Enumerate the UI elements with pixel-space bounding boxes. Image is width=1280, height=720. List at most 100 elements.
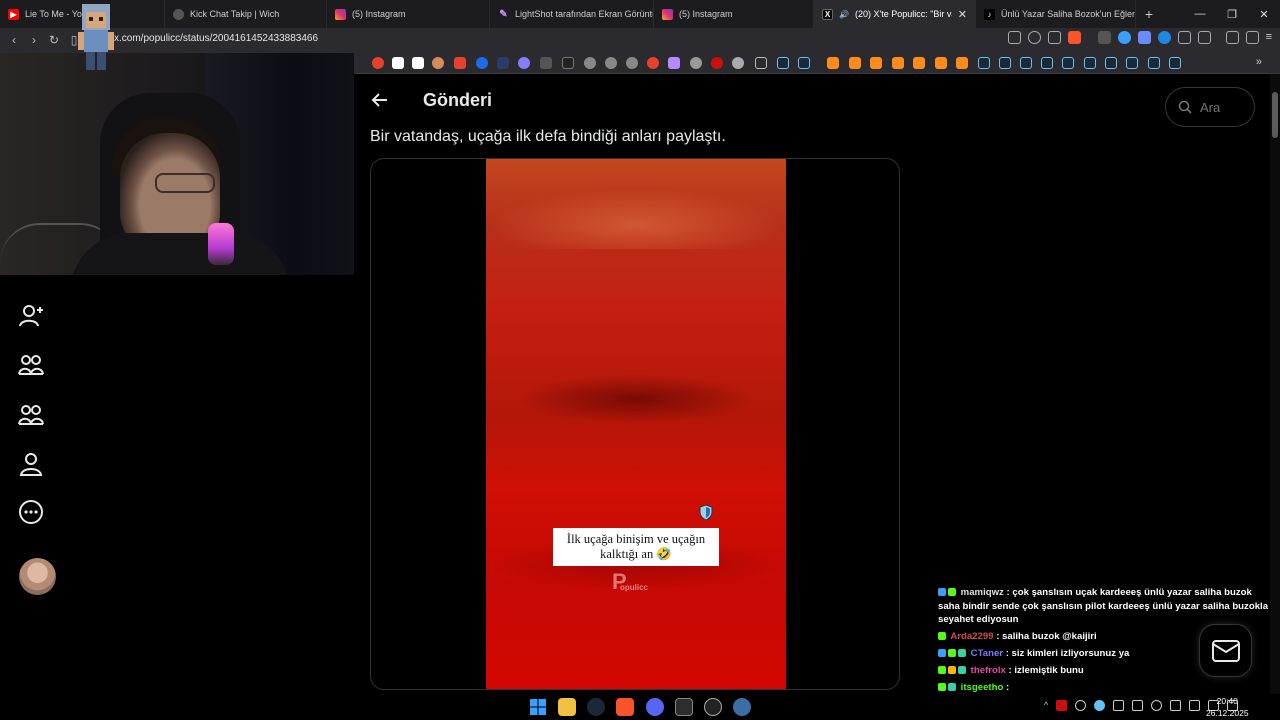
- bookmark-icon[interactable]: [892, 57, 904, 69]
- bookmark-icon[interactable]: [647, 57, 659, 69]
- tab-kick-chat[interactable]: Kick Chat Takip | Wich: [165, 0, 327, 28]
- bookmark-icon[interactable]: [913, 57, 925, 69]
- bookmark-icon[interactable]: [562, 57, 574, 69]
- discord-icon[interactable]: [646, 698, 664, 716]
- brave-browser-icon[interactable]: [616, 698, 634, 716]
- wallet-icon[interactable]: [1245, 31, 1259, 44]
- bookmark-icon[interactable]: [849, 57, 861, 69]
- back-icon[interactable]: ‹: [4, 33, 24, 47]
- messages-button[interactable]: [1199, 624, 1252, 677]
- bookmark-steam-icon[interactable]: [1084, 57, 1096, 69]
- bookmark-icon[interactable]: [711, 57, 723, 69]
- tab-x-populicc[interactable]: X 🔊 (20) X'te Populicc: "Bir vatand ✕: [814, 0, 976, 28]
- new-tab-button[interactable]: +: [1136, 6, 1162, 22]
- obs-icon[interactable]: [704, 698, 722, 716]
- tray-app-icon[interactable]: [1132, 700, 1144, 711]
- follow-add-icon[interactable]: [18, 303, 44, 329]
- steam-icon[interactable]: [587, 698, 605, 716]
- tab-lightshot[interactable]: ✎ LightShot tarafından Ekran Görüntü: [490, 0, 654, 28]
- brave-shield-icon[interactable]: [1067, 31, 1081, 44]
- tray-steam-icon[interactable]: [1094, 700, 1106, 711]
- bookmark-reddit-icon[interactable]: [372, 57, 384, 69]
- reload-icon[interactable]: ↻: [44, 33, 64, 47]
- url-field[interactable]: x.com/populicc/status/200416145243388346…: [114, 33, 318, 44]
- communities-icon[interactable]: [18, 351, 44, 377]
- app-icon[interactable]: [733, 698, 751, 716]
- bookmarks-overflow-icon[interactable]: »: [1256, 56, 1262, 68]
- tray-overflow-icon[interactable]: ^: [1044, 700, 1048, 711]
- file-explorer-icon[interactable]: [558, 698, 576, 716]
- close-window-icon[interactable]: ✕: [1248, 0, 1280, 28]
- bookmark-icon[interactable]: [935, 57, 947, 69]
- bookmark-icon[interactable]: [870, 57, 882, 69]
- microphone-icon[interactable]: [1170, 700, 1182, 711]
- bookmark-steam-icon[interactable]: [1148, 57, 1160, 69]
- bookmark-steam-icon[interactable]: [1020, 57, 1032, 69]
- media-card[interactable]: İlk uçağa binişim ve uçağın kalktığı an …: [370, 158, 900, 690]
- page-scrollbar[interactable]: [1270, 74, 1280, 694]
- communities-icon[interactable]: [18, 401, 44, 427]
- bookmark-steam-icon[interactable]: [798, 57, 810, 69]
- bookmark-a-icon[interactable]: [412, 57, 424, 69]
- bookmark-icon[interactable]: [732, 57, 744, 69]
- speaker-icon[interactable]: [1151, 700, 1163, 711]
- tab-tiktok[interactable]: ♪ Ünlü Yazar Saliha Bozok'un Eğlence: [976, 0, 1136, 28]
- bookmark-icon[interactable]: [605, 57, 617, 69]
- taskbar-clock[interactable]: 20:40 26.12.2025: [1206, 695, 1249, 719]
- bookmark-steam-icon[interactable]: [1062, 57, 1074, 69]
- speaker-icon[interactable]: 🔊: [839, 10, 849, 19]
- bookmark-icon[interactable]: [518, 57, 530, 69]
- bookmark-steam-icon[interactable]: [777, 57, 789, 69]
- media-icon[interactable]: [1225, 31, 1239, 44]
- windows-start-icon[interactable]: [529, 698, 547, 716]
- bookmark-p-icon[interactable]: [392, 57, 404, 69]
- bookmark-steam-icon[interactable]: [1126, 57, 1138, 69]
- bookmark-icon[interactable]: [690, 57, 702, 69]
- share-icon[interactable]: [1047, 31, 1061, 44]
- video-player[interactable]: İlk uçağa binişim ve uçağın kalktığı an …: [486, 159, 786, 689]
- bookmark-steam-icon[interactable]: [1169, 57, 1181, 69]
- scrollbar-thumb[interactable]: [1272, 92, 1278, 138]
- monitor-icon[interactable]: [1189, 700, 1201, 711]
- webcam-rgb-lamp: [208, 223, 234, 265]
- close-tab-icon[interactable]: ✕: [958, 8, 967, 21]
- back-arrow-icon[interactable]: [370, 90, 390, 110]
- extension-icon[interactable]: [1157, 31, 1171, 44]
- more-options-icon[interactable]: [18, 499, 44, 525]
- bookmark-icon[interactable]: [454, 57, 466, 69]
- tab-instagram-2[interactable]: (5) Instagram: [654, 0, 814, 28]
- bookmark-steam-icon[interactable]: [978, 57, 990, 69]
- extension-icon[interactable]: [1097, 31, 1111, 44]
- zoom-icon[interactable]: [1027, 31, 1041, 44]
- menu-icon[interactable]: ≡: [1266, 31, 1272, 44]
- tray-app-icon[interactable]: [1056, 700, 1068, 711]
- bookmark-icon[interactable]: [540, 57, 552, 69]
- cast-icon[interactable]: [1007, 31, 1021, 44]
- bookmark-icon[interactable]: [626, 57, 638, 69]
- tray-app-icon[interactable]: [1075, 700, 1087, 711]
- extension-icon[interactable]: [1137, 31, 1151, 44]
- bookmark-steam-icon[interactable]: [999, 57, 1011, 69]
- tray-app-icon[interactable]: [1113, 700, 1125, 711]
- bookmark-steam-icon[interactable]: [1041, 57, 1053, 69]
- bookmark-icon[interactable]: [827, 57, 839, 69]
- bookmark-steam-icon[interactable]: [1105, 57, 1117, 69]
- bookmark-icon[interactable]: [476, 57, 488, 69]
- bookmark-icon[interactable]: [432, 57, 444, 69]
- extension-icon[interactable]: [1117, 31, 1131, 44]
- bookmark-icon[interactable]: [584, 57, 596, 69]
- search-input[interactable]: Ara: [1165, 87, 1255, 127]
- bookmark-icon[interactable]: [497, 57, 509, 69]
- bookmark-icon[interactable]: [668, 57, 680, 69]
- profile-icon[interactable]: [18, 451, 44, 477]
- extensions-puzzle-icon[interactable]: [1177, 31, 1191, 44]
- tab-instagram-1[interactable]: (5) Instagram: [327, 0, 490, 28]
- bookmark-icon[interactable]: [956, 57, 968, 69]
- bookmark-folder-icon[interactable]: [755, 57, 767, 69]
- minimize-icon[interactable]: —: [1184, 0, 1216, 28]
- restore-icon[interactable]: ❐: [1216, 0, 1248, 28]
- avatar[interactable]: [19, 558, 56, 595]
- forward-icon[interactable]: ›: [24, 33, 44, 47]
- sidebar-icon[interactable]: [1197, 31, 1211, 44]
- app-icon[interactable]: [675, 698, 693, 716]
